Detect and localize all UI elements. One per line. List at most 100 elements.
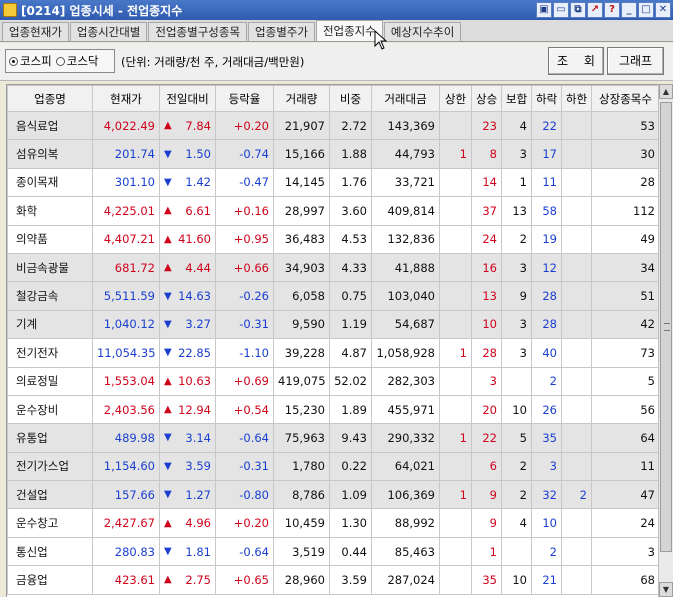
- share-cell: 1.76: [329, 167, 372, 198]
- change-value: 41.60: [178, 232, 211, 247]
- help-icon[interactable]: ?: [604, 2, 620, 18]
- tab-all-sector-index[interactable]: 전업종지수: [315, 20, 383, 41]
- volume-cell: 36,483: [273, 224, 330, 254]
- scroll-up-icon[interactable]: ▲: [659, 84, 673, 99]
- price-cell: 4,225.01: [92, 196, 160, 226]
- title-controls: ▣ ▭ ⧉ ↗ ? _ □ ✕: [536, 2, 671, 18]
- sector-name-cell: 유통업: [7, 423, 93, 453]
- price-cell: 4,407.21: [92, 224, 160, 254]
- column-header[interactable]: 업종명: [7, 85, 93, 112]
- rise-cell: 16: [471, 252, 502, 283]
- query-button[interactable]: 조 회: [548, 47, 604, 75]
- column-header[interactable]: 보합: [501, 85, 532, 112]
- rise-cell: 23: [471, 110, 502, 141]
- graph-button[interactable]: 그래프: [607, 47, 664, 75]
- table-row[interactable]: 금융업 423.61 ▲ 2.75 +0.65 28,960 3.59 287,024 35 10…: [7, 565, 660, 595]
- table-row[interactable]: 건설업 157.66 ▼ 1.27 -0.80 8,786 1.09 106,369 1 9 2 32…: [7, 480, 660, 510]
- change-cell: ▼ 3.59: [159, 451, 216, 482]
- listed-cell: 30: [591, 139, 660, 169]
- window-title: [0214] 업종시세 - 전업종지수: [21, 3, 183, 18]
- tab-expected-index[interactable]: 예상지수추이: [383, 22, 462, 41]
- table-row[interactable]: 운수장비 2,403.56 ▲ 12.94 +0.54 15,230 1.89 455,971…: [7, 394, 660, 425]
- amount-cell: 455,971: [371, 394, 440, 425]
- table-row[interactable]: 운수창고 2,427.67 ▲ 4.96 +0.20 10,459 1.30 88,992 9 4…: [7, 508, 660, 538]
- column-header[interactable]: 상승: [471, 85, 502, 112]
- rate-cell: +0.16: [215, 196, 274, 226]
- vertical-scrollbar[interactable]: ▲ ▼: [658, 84, 673, 597]
- scroll-down-icon[interactable]: ▼: [659, 582, 673, 597]
- listed-cell: 49: [591, 224, 660, 254]
- change-value: 2.75: [185, 572, 211, 587]
- change-wrap: ▼ 1.81: [164, 545, 211, 559]
- window-restore-icon[interactable]: □: [638, 2, 654, 18]
- toolbar: 코스피 코스닥 (단위: 거래량/천 주, 거래대금/백만원) 조 회 그래프: [0, 43, 673, 81]
- fall-cell: 11: [531, 167, 562, 198]
- rate-cell: +0.69: [215, 366, 274, 396]
- table-row[interactable]: 의약품 4,407.21 ▲ 41.60 +0.95 36,483 4.53 132,836 2…: [7, 224, 660, 254]
- column-header[interactable]: 상한: [439, 85, 472, 112]
- column-header[interactable]: 거래대금: [371, 85, 440, 112]
- column-header[interactable]: 전일대비: [159, 85, 216, 112]
- rise-cell: 3: [471, 366, 502, 396]
- fall-cell: 28: [531, 281, 562, 311]
- table-row[interactable]: 기계 1,040.12 ▼ 3.27 -0.31 9,590 1.19 54,687 10 3 28…: [7, 309, 660, 340]
- listed-cell: 73: [591, 338, 660, 368]
- column-header[interactable]: 하락: [531, 85, 562, 112]
- fall-cell: 17: [531, 139, 562, 169]
- pin-icon[interactable]: ↗: [587, 2, 603, 18]
- table-row[interactable]: 의료정밀 1,553.04 ▲ 10.63 +0.69 419,075 52.02 282,3…: [7, 366, 660, 396]
- column-header[interactable]: 거래량: [273, 85, 330, 112]
- title-bar[interactable]: [0214] 업종시세 - 전업종지수 ▣ ▭ ⧉ ↗ ? _ □ ✕: [0, 0, 673, 20]
- amount-cell: 41,888: [371, 252, 440, 283]
- window-close-icon[interactable]: ✕: [655, 2, 671, 18]
- price-cell: 301.10: [92, 167, 160, 198]
- table-row[interactable]: 화학 4,225.01 ▲ 6.61 +0.16 28,997 3.60 409,814 37 1…: [7, 196, 660, 226]
- table-row[interactable]: 통신업 280.83 ▼ 1.81 -0.64 3,519 0.44 85,463 1 2 3: [7, 536, 660, 567]
- change-cell: ▼ 3.14: [159, 423, 216, 453]
- link-icon[interactable]: ⧉: [570, 2, 586, 18]
- panel-icon[interactable]: ▣: [536, 2, 552, 18]
- sector-name-cell: 전기가스업: [7, 451, 93, 482]
- sector-name-cell: 섬유의복: [7, 139, 93, 169]
- column-header[interactable]: 현재가: [92, 85, 160, 112]
- sector-table: 업종명 현재가 전일대비 등락율 거래량 비중 거래대금 상한 상승 보합 하락 하한 상장종목수 음식…: [7, 85, 660, 595]
- flat-cell: 3: [501, 252, 532, 283]
- column-header[interactable]: 하한: [561, 85, 592, 112]
- fall-cell: 22: [531, 110, 562, 141]
- tab-sector-price[interactable]: 업종현재가: [2, 22, 69, 41]
- amount-cell: 282,303: [371, 366, 440, 396]
- window-layout-icon[interactable]: ▭: [553, 2, 569, 18]
- table-row[interactable]: 종이목재 301.10 ▼ 1.42 -0.47 14,145 1.76 33,721 14 1 1…: [7, 167, 660, 198]
- table-row[interactable]: 철강금속 5,511.59 ▼ 14.63 -0.26 6,058 0.75 103,040 1…: [7, 281, 660, 311]
- triangle-down-icon: ▼: [164, 432, 172, 444]
- change-wrap: ▼ 1.27: [164, 488, 211, 502]
- table-row[interactable]: 유통업 489.98 ▼ 3.14 -0.64 75,963 9.43 290,332 1 22 5…: [7, 423, 660, 453]
- radio-kosdaq[interactable]: 코스닥: [55, 53, 99, 69]
- uplimit-cell: [439, 309, 472, 340]
- tab-sector-stock-price[interactable]: 업종별주가: [248, 22, 315, 41]
- table-row[interactable]: 전기전자 11,054.35 ▼ 22.85 -1.10 39,228 4.87 1,058,…: [7, 338, 660, 368]
- table-row[interactable]: 음식료업 4,022.49 ▲ 7.84 +0.20 21,907 2.72 143,369 2…: [7, 110, 660, 141]
- rate-cell: -0.74: [215, 139, 274, 169]
- column-header[interactable]: 등락율: [215, 85, 274, 112]
- column-header[interactable]: 비중: [329, 85, 372, 112]
- triangle-down-icon: ▼: [164, 546, 172, 558]
- uplimit-cell: [439, 110, 472, 141]
- uplimit-cell: [439, 366, 472, 396]
- tab-sector-by-time[interactable]: 업종시간대별: [69, 22, 148, 41]
- volume-cell: 28,960: [273, 565, 330, 595]
- change-wrap: ▼ 1.50: [164, 147, 211, 161]
- amount-cell: 106,369: [371, 480, 440, 510]
- change-wrap: ▲ 6.61: [164, 204, 211, 218]
- tab-sector-components[interactable]: 전업종별구성종목: [148, 22, 248, 41]
- sector-name-cell: 건설업: [7, 480, 93, 510]
- triangle-down-icon: ▼: [164, 148, 172, 160]
- radio-kospi[interactable]: 코스피: [9, 53, 52, 69]
- table-row[interactable]: 비금속광물 681.72 ▲ 4.44 +0.66 34,903 4.33 41,888 16 3…: [7, 252, 660, 283]
- table-row[interactable]: 섬유의복 201.74 ▼ 1.50 -0.74 15,166 1.88 44,793 1 8 3 1…: [7, 139, 660, 169]
- column-header[interactable]: 상장종목수: [591, 85, 660, 112]
- amount-cell: 143,369: [371, 110, 440, 141]
- table-row[interactable]: 전기가스업 1,154.60 ▼ 3.59 -0.31 1,780 0.22 64,021 6 2…: [7, 451, 660, 482]
- scroll-thumb[interactable]: [660, 102, 672, 552]
- window-minimize-icon[interactable]: _: [621, 2, 637, 18]
